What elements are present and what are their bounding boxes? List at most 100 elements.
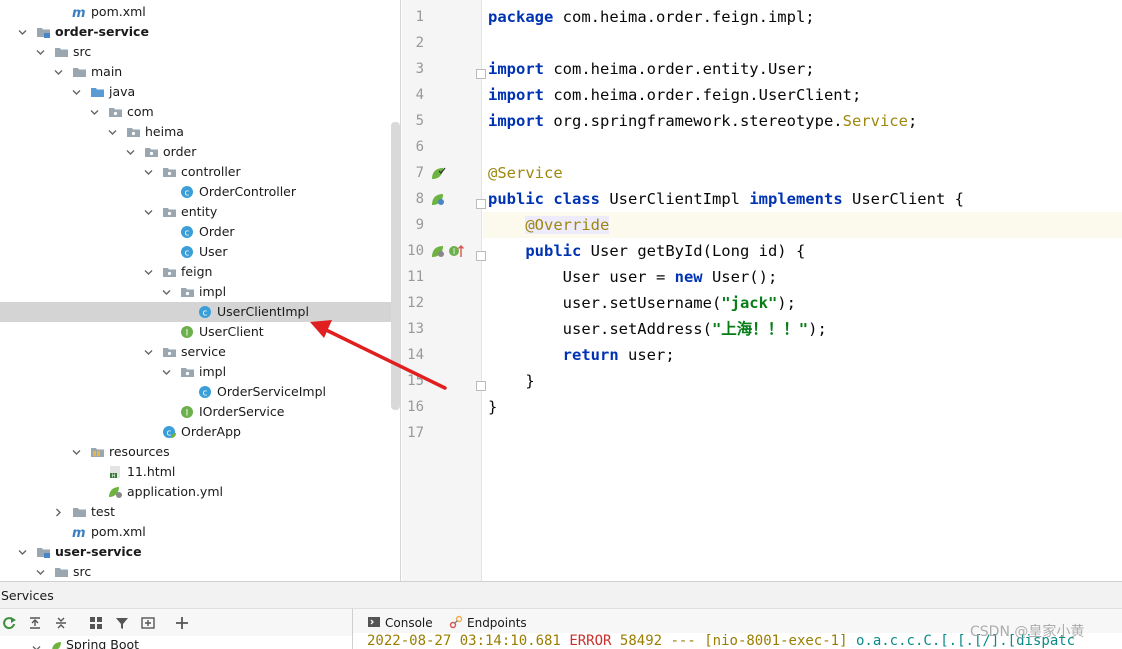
- chevron-down-icon[interactable]: [18, 28, 27, 37]
- tree-item[interactable]: entity: [0, 202, 400, 222]
- svg-text:I: I: [453, 247, 455, 256]
- code-line[interactable]: @Service: [483, 160, 1122, 186]
- code-line[interactable]: }: [483, 368, 1122, 394]
- tree-item[interactable]: heima: [0, 122, 400, 142]
- code-line[interactable]: @Override: [483, 212, 1122, 238]
- tree-item[interactable]: c UserClientImpl: [0, 302, 400, 322]
- tree-scrollbar[interactable]: [391, 122, 400, 410]
- chevron-down-icon[interactable]: [36, 568, 45, 577]
- spring-bean-icon[interactable]: [430, 191, 446, 207]
- tree-item[interactable]: user-service: [0, 542, 400, 562]
- svg-text:c: c: [167, 429, 172, 439]
- tree-item[interactable]: I IOrderService: [0, 402, 400, 422]
- tree-item[interactable]: java: [0, 82, 400, 102]
- package-icon: [180, 285, 195, 299]
- code-line[interactable]: user.setAddress("上海！！！");: [483, 316, 1122, 342]
- collapse-all-icon[interactable]: [53, 615, 69, 631]
- chevron-down-icon[interactable]: [72, 448, 81, 457]
- code-line[interactable]: User user = new User();: [483, 264, 1122, 290]
- code-line[interactable]: return user;: [483, 342, 1122, 368]
- chevron-down-icon[interactable]: [90, 108, 99, 117]
- code-line[interactable]: [483, 420, 1122, 446]
- tree-item[interactable]: order-service: [0, 22, 400, 42]
- spring-boot-icon: [50, 638, 63, 649]
- tree-item[interactable]: c OrderApp: [0, 422, 400, 442]
- code-editor[interactable]: 1 2 3 4 5 6 7 8 9 10 11 12 13 14 15 16 17 I package com.h…: [402, 0, 1122, 581]
- tab-endpoints[interactable]: Endpoints: [449, 615, 527, 630]
- tree-item[interactable]: src: [0, 42, 400, 62]
- chevron-down-icon[interactable]: [54, 68, 63, 77]
- tree-item[interactable]: service: [0, 342, 400, 362]
- chevron-down-icon[interactable]: [126, 148, 135, 157]
- spring-bean-icon[interactable]: [430, 165, 446, 181]
- group-by-icon[interactable]: [88, 615, 104, 631]
- services-tree-item[interactable]: Spring Boot: [66, 637, 139, 649]
- filter-icon[interactable]: [114, 615, 130, 631]
- tree-item[interactable]: c Order: [0, 222, 400, 242]
- chevron-down-icon[interactable]: [36, 48, 45, 57]
- code-area[interactable]: package com.heima.order.feign.impl; impor…: [483, 0, 1122, 581]
- tree-item[interactable]: m pom.xml: [0, 2, 400, 22]
- editor-gutter[interactable]: 1 2 3 4 5 6 7 8 9 10 11 12 13 14 15 16 17 I: [402, 0, 486, 581]
- implements-icon[interactable]: I: [448, 243, 464, 259]
- tree-item[interactable]: src: [0, 562, 400, 581]
- module-folder-icon: [36, 25, 51, 39]
- source-folder-icon: [90, 85, 105, 99]
- tree-item[interactable]: feign: [0, 262, 400, 282]
- log-timestamp: 2022-08-27 03:14:10.681: [367, 633, 561, 649]
- code-line[interactable]: public User getById(Long id) {: [483, 238, 1122, 264]
- chevron-down-icon[interactable]: [108, 128, 117, 137]
- add-icon[interactable]: [174, 615, 190, 631]
- chevron-down-icon[interactable]: [144, 168, 153, 177]
- svg-text:c: c: [203, 309, 208, 319]
- code-line[interactable]: import org.springframework.stereotype.Se…: [483, 108, 1122, 134]
- chevron-down-icon[interactable]: [144, 208, 153, 217]
- tree-item[interactable]: I UserClient: [0, 322, 400, 342]
- code-line[interactable]: package com.heima.order.feign.impl;: [483, 4, 1122, 30]
- new-tab-icon[interactable]: [140, 615, 156, 631]
- tree-item[interactable]: main: [0, 62, 400, 82]
- code-line[interactable]: public class UserClientImpl implements U…: [483, 186, 1122, 212]
- chevron-right-icon[interactable]: [54, 508, 63, 517]
- tree-item[interactable]: test: [0, 502, 400, 522]
- tab-console[interactable]: Console: [367, 615, 433, 630]
- chevron-down-icon[interactable]: [32, 638, 41, 649]
- class-icon: c: [180, 225, 195, 239]
- tree-item[interactable]: impl: [0, 362, 400, 382]
- tree-item-label: OrderApp: [181, 424, 241, 439]
- tree-item[interactable]: c User: [0, 242, 400, 262]
- tree-item[interactable]: controller: [0, 162, 400, 182]
- tree-item[interactable]: order: [0, 142, 400, 162]
- maven-icon: m: [72, 525, 87, 539]
- tree-item-label: UserClientImpl: [217, 304, 309, 319]
- chevron-down-icon[interactable]: [162, 288, 171, 297]
- services-tree[interactable]: Spring Boot: [0, 636, 352, 649]
- svg-text:c: c: [185, 229, 190, 239]
- code-line[interactable]: user.setUsername("jack");: [483, 290, 1122, 316]
- tree-item[interactable]: impl: [0, 282, 400, 302]
- rerun-icon[interactable]: [1, 615, 17, 631]
- code-line[interactable]: import com.heima.order.feign.UserClient;: [483, 82, 1122, 108]
- chevron-down-icon[interactable]: [162, 368, 171, 377]
- code-line[interactable]: [483, 30, 1122, 56]
- chevron-down-icon[interactable]: [144, 348, 153, 357]
- interface-icon: I: [180, 405, 195, 419]
- expand-all-icon[interactable]: [27, 615, 43, 631]
- tree-item[interactable]: application.yml: [0, 482, 400, 502]
- chevron-down-icon[interactable]: [144, 268, 153, 277]
- tree-item[interactable]: com: [0, 102, 400, 122]
- code-line[interactable]: }: [483, 394, 1122, 420]
- code-line[interactable]: import com.heima.order.entity.User;: [483, 56, 1122, 82]
- chevron-down-icon[interactable]: [72, 88, 81, 97]
- tree-item[interactable]: resources: [0, 442, 400, 462]
- tree-item[interactable]: m pom.xml: [0, 522, 400, 542]
- tree-item[interactable]: c OrderController: [0, 182, 400, 202]
- tree-item[interactable]: c OrderServiceImpl: [0, 382, 400, 402]
- code-line[interactable]: [483, 134, 1122, 160]
- spring-bean-icon[interactable]: [430, 243, 446, 259]
- folder-icon: [54, 565, 69, 579]
- project-tree[interactable]: m pom.xml order-service src main java com heima…: [0, 0, 401, 581]
- spring-class-icon: c: [162, 425, 177, 439]
- chevron-down-icon[interactable]: [18, 548, 27, 557]
- tree-item[interactable]: H 11.html: [0, 462, 400, 482]
